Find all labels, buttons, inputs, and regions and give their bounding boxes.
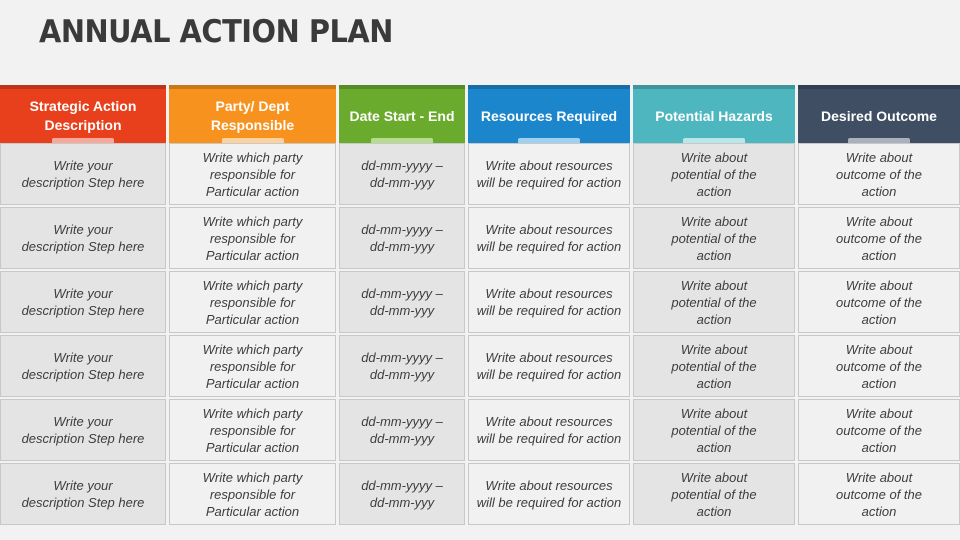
table-cell-hazards[interactable]: Write about potential of the action [633, 143, 795, 205]
table-cell-resources[interactable]: Write about resources will be required f… [468, 143, 630, 205]
table-cell-party-dept[interactable]: Write which party responsible for Partic… [169, 207, 336, 269]
table-cell-resources[interactable]: Write about resources will be required f… [468, 271, 630, 333]
table-cell-hazards[interactable]: Write about potential of the action [633, 463, 795, 525]
table-cell-date-range[interactable]: dd-mm-yyyy – dd-mm-yyy [339, 271, 465, 333]
table-cell-strategic-action[interactable]: Write your description Step here [0, 335, 166, 397]
table-cell-party-dept[interactable]: Write which party responsible for Partic… [169, 335, 336, 397]
page-title: ANNUAL ACTION PLAN [39, 14, 393, 50]
table-cell-resources[interactable]: Write about resources will be required f… [468, 463, 630, 525]
table-cell-outcome[interactable]: Write about outcome of the action [798, 335, 960, 397]
column-header-label: Date Start - End [349, 107, 455, 124]
table-cell-date-range[interactable]: dd-mm-yyyy – dd-mm-yyy [339, 399, 465, 461]
table-cell-outcome[interactable]: Write about outcome of the action [798, 143, 960, 205]
table-cell-outcome[interactable]: Write about outcome of the action [798, 271, 960, 333]
table-cell-outcome[interactable]: Write about outcome of the action [798, 399, 960, 461]
table-cell-hazards[interactable]: Write about potential of the action [633, 271, 795, 333]
table-cell-date-range[interactable]: dd-mm-yyyy – dd-mm-yyy [339, 207, 465, 269]
table-cell-date-range[interactable]: dd-mm-yyyy – dd-mm-yyy [339, 335, 465, 397]
column-header-label: Desired Outcome [821, 107, 937, 124]
table-cell-strategic-action[interactable]: Write your description Step here [0, 207, 166, 269]
table-cell-party-dept[interactable]: Write which party responsible for Partic… [169, 399, 336, 461]
table-cell-strategic-action[interactable]: Write your description Step here [0, 143, 166, 205]
table-cell-strategic-action[interactable]: Write your description Step here [0, 399, 166, 461]
table-cell-date-range[interactable]: dd-mm-yyyy – dd-mm-yyy [339, 143, 465, 205]
table-cell-strategic-action[interactable]: Write your description Step here [0, 271, 166, 333]
table-cell-resources[interactable]: Write about resources will be required f… [468, 207, 630, 269]
column-header-resources: Resources Required [468, 85, 630, 143]
table-cell-party-dept[interactable]: Write which party responsible for Partic… [169, 271, 336, 333]
table-cell-resources[interactable]: Write about resources will be required f… [468, 335, 630, 397]
column-header-party-dept: Party/ Dept Responsible [169, 85, 336, 143]
table-cell-outcome[interactable]: Write about outcome of the action [798, 207, 960, 269]
column-header-label: Strategic Action Description [29, 98, 137, 133]
table-cell-date-range[interactable]: dd-mm-yyyy – dd-mm-yyy [339, 463, 465, 525]
column-header-label: Potential Hazards [655, 107, 773, 124]
column-header-strategic-action: Strategic Action Description [0, 85, 166, 143]
column-header-hazards: Potential Hazards [633, 85, 795, 143]
column-header-label: Resources Required [480, 107, 618, 124]
table-cell-resources[interactable]: Write about resources will be required f… [468, 399, 630, 461]
column-header-label: Party/ Dept Responsible [210, 98, 295, 133]
column-header-date-range: Date Start - End [339, 85, 465, 143]
table-cell-hazards[interactable]: Write about potential of the action [633, 207, 795, 269]
table-cell-hazards[interactable]: Write about potential of the action [633, 399, 795, 461]
table-cell-strategic-action[interactable]: Write your description Step here [0, 463, 166, 525]
table-cell-party-dept[interactable]: Write which party responsible for Partic… [169, 143, 336, 205]
table-cell-party-dept[interactable]: Write which party responsible for Partic… [169, 463, 336, 525]
column-header-outcome: Desired Outcome [798, 85, 960, 143]
table-cell-outcome[interactable]: Write about outcome of the action [798, 463, 960, 525]
table-cell-hazards[interactable]: Write about potential of the action [633, 335, 795, 397]
